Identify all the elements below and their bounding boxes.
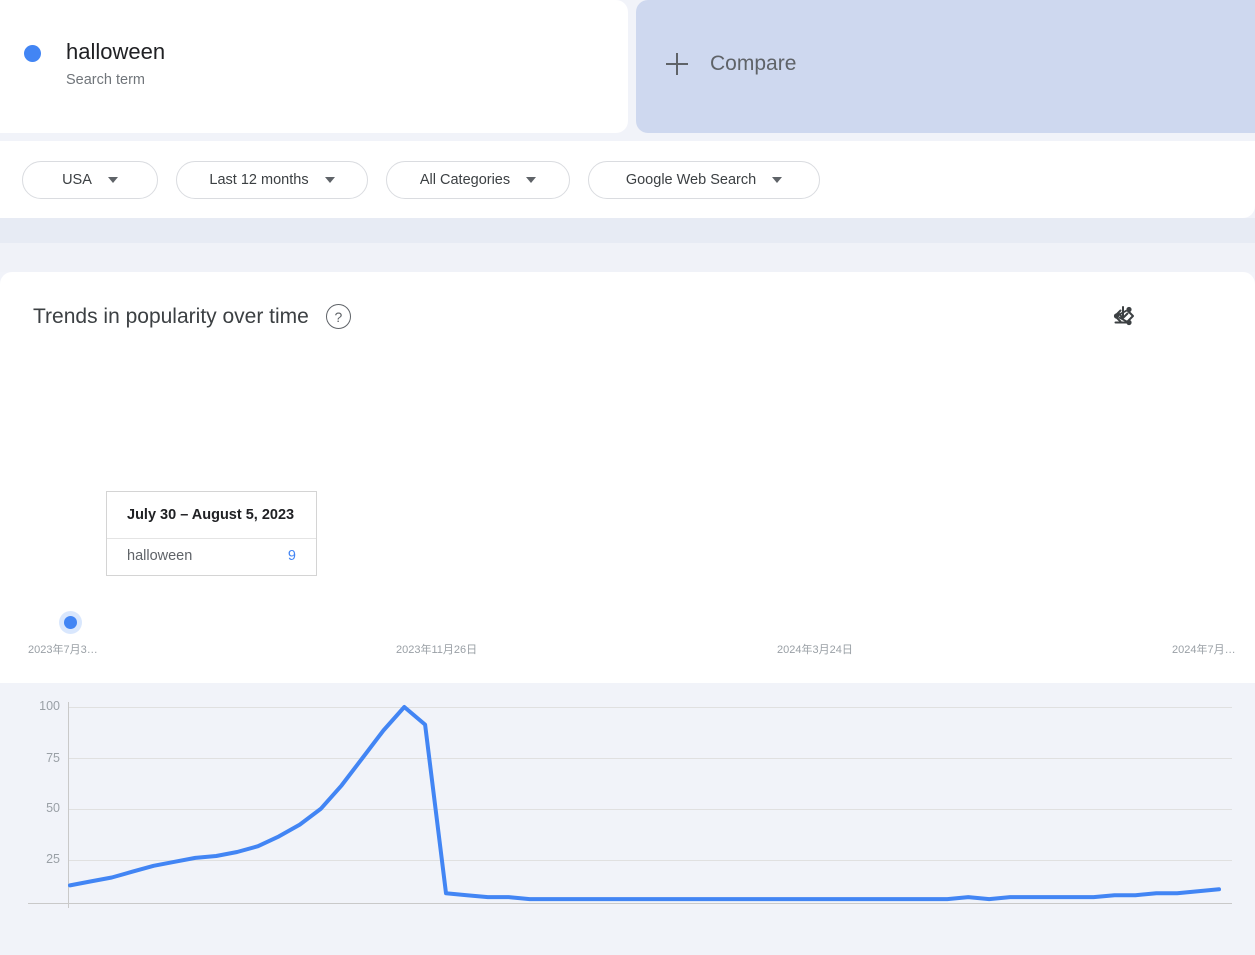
google-trends-page: halloween Search term Compare USA Last 1…	[0, 0, 1255, 908]
filter-search-type-dropdown[interactable]: Google Web Search	[588, 161, 820, 199]
filter-time-label: Last 12 months	[209, 172, 309, 188]
trends-plot: 100 75 50 25 2023年7月3… 2023年11月26日 2024年…	[0, 272, 1255, 908]
chart-svg	[28, 702, 1232, 908]
search-term-content: halloween Search term	[24, 38, 165, 91]
filter-location-label: USA	[62, 172, 92, 188]
background-band-lower	[0, 243, 1255, 272]
filter-location-dropdown[interactable]: USA	[22, 161, 158, 199]
search-term-subtitle: Search term	[66, 72, 145, 88]
filter-category-dropdown[interactable]: All Categories	[386, 161, 570, 199]
series-color-dot-icon	[24, 45, 41, 62]
filter-bar: USA Last 12 months All Categories Google…	[0, 141, 1255, 218]
search-term-card[interactable]: halloween Search term	[0, 0, 628, 133]
tooltip-divider	[107, 538, 316, 539]
x-axis-tick-1: 2023年11月26日	[396, 644, 478, 656]
filter-category-label: All Categories	[419, 172, 511, 188]
search-term-texts: halloween Search term	[66, 38, 165, 91]
x-axis-tick-0: 2023年7月3…	[28, 644, 98, 656]
filter-search-type-label: Google Web Search	[625, 172, 757, 188]
filter-chips: USA Last 12 months All Categories Google…	[22, 161, 820, 199]
compare-label: Compare	[710, 52, 797, 75]
search-term-name: halloween	[66, 39, 166, 64]
series-line-halloween	[68, 705, 1221, 902]
background-band-upper	[0, 218, 1255, 243]
chevron-down-icon	[526, 177, 537, 183]
tooltip-series-name: halloween	[127, 548, 193, 564]
chevron-down-icon	[772, 177, 783, 183]
tooltip-value: 9	[287, 548, 296, 564]
hovered-data-point	[64, 616, 77, 629]
compare-button[interactable]: Compare	[636, 0, 1255, 133]
chevron-down-icon	[107, 177, 118, 183]
trends-chart-card: Trends in popularity over time ? 100 75 …	[0, 272, 1255, 908]
search-terms-row: halloween Search term Compare	[0, 0, 1255, 133]
compare-content: Compare	[666, 52, 796, 76]
filter-time-dropdown[interactable]: Last 12 months	[176, 161, 368, 199]
chevron-down-icon	[324, 177, 335, 183]
tooltip-date-range: July 30 – August 5, 2023	[127, 507, 295, 523]
chart-tooltip: July 30 – August 5, 2023 halloween 9	[106, 491, 317, 576]
x-axis-tick-3: 2024年7月…	[1172, 644, 1236, 656]
plus-icon	[666, 53, 688, 75]
x-axis-tick-2: 2024年3月24日	[777, 644, 853, 656]
